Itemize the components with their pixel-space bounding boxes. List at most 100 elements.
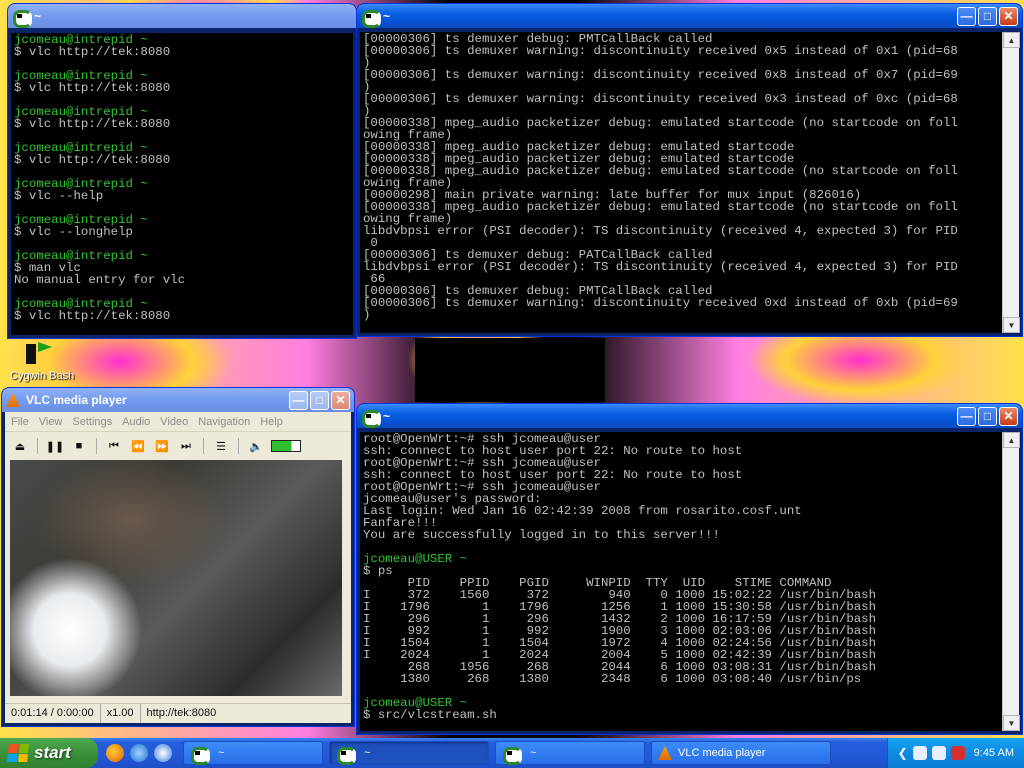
media-player-icon[interactable] xyxy=(154,744,172,762)
taskbar-item-label: ~ xyxy=(364,747,371,759)
speaker-icon[interactable]: 🔈 xyxy=(247,437,265,455)
scroll-down-arrow[interactable]: ▼ xyxy=(1003,317,1020,333)
cygwin-icon xyxy=(336,745,356,765)
taskbar-item[interactable]: ~ xyxy=(183,741,323,765)
menu-video[interactable]: Video xyxy=(160,416,188,428)
cygwin-icon xyxy=(12,8,32,28)
pause-icon[interactable]: ❚❚ xyxy=(46,437,64,455)
title-bar[interactable]: ~ — □ ✕ xyxy=(357,4,1022,28)
minimize-button[interactable]: — xyxy=(289,390,308,410)
terminal-output[interactable]: [00000306] ts demuxer debug: PMTCallBack… xyxy=(360,32,1002,333)
stream-url: http://tek:8080 xyxy=(146,707,217,719)
scroll-down-arrow[interactable]: ▼ xyxy=(1003,715,1020,731)
video-frame[interactable] xyxy=(10,460,342,696)
terminal-window-top-left[interactable]: ~ jcomeau@intrepid ~ $ vlc http://tek:808… xyxy=(8,4,356,338)
toolbar-separator xyxy=(96,438,97,454)
terminal-window-top-right[interactable]: ~ — □ ✕ [00000306] ts demuxer debug: PMT… xyxy=(357,4,1022,336)
previous-icon[interactable]: ⏮ xyxy=(105,437,123,455)
cygwin-bash-desktop-icon[interactable]: Cygwin Bash xyxy=(10,340,92,382)
network-icon[interactable] xyxy=(912,746,927,760)
taskbar-item[interactable]: ~ xyxy=(329,741,489,765)
terminal-line: 1380 268 1380 2348 6 1000 03:08:40 /usr/… xyxy=(363,672,862,686)
playback-speed: x1.00 xyxy=(101,704,141,723)
minimize-button[interactable]: — xyxy=(957,6,976,26)
vertical-scrollbar[interactable]: ▲ ▼ xyxy=(1002,32,1020,333)
terminal-line: [00000338] mpeg_audio packetizer debug: … xyxy=(363,200,958,214)
playback-time: 0:01:14 / 0:00:00 xyxy=(5,704,101,723)
close-button[interactable]: ✕ xyxy=(331,390,350,410)
terminal-line: $ vlc http://tek:8080 xyxy=(14,309,171,323)
menu-file[interactable]: File xyxy=(11,416,29,428)
volume-slider[interactable] xyxy=(271,440,301,452)
window-title: VLC media player xyxy=(26,393,127,407)
taskbar: start ~ ~ ~ VLC media player ❮ 9:45 AM xyxy=(0,738,1024,768)
vlc-body: File View Settings Audio Video Navigatio… xyxy=(5,412,351,723)
menu-bar: File View Settings Audio Video Navigatio… xyxy=(5,412,351,432)
internet-explorer-icon[interactable] xyxy=(130,744,148,762)
terminal-line: [00000306] ts demuxer warning: discontin… xyxy=(363,92,958,106)
rewind-icon[interactable]: ⏪ xyxy=(129,437,147,455)
title-bar[interactable]: ~ xyxy=(8,4,356,28)
toolbar-separator xyxy=(238,438,239,454)
terminal-line: $ vlc http://tek:8080 xyxy=(14,153,171,167)
eject-icon[interactable]: ⏏ xyxy=(11,437,29,455)
menu-settings[interactable]: Settings xyxy=(72,416,112,428)
window-title: ~ xyxy=(383,9,391,23)
maximize-button[interactable]: □ xyxy=(310,390,329,410)
terminal-line: $ vlc http://tek:8080 xyxy=(14,81,171,95)
scroll-up-arrow[interactable]: ▲ xyxy=(1003,432,1020,448)
cygwin-icon xyxy=(502,745,522,765)
tray-expand-icon[interactable]: ❮ xyxy=(898,746,908,760)
close-button[interactable]: ✕ xyxy=(999,406,1018,426)
start-button[interactable]: start xyxy=(0,738,98,768)
firefox-icon[interactable] xyxy=(106,744,124,762)
taskbar-item-label: ~ xyxy=(218,747,225,759)
terminal-output[interactable]: root@OpenWrt:~# ssh jcomeau@user ssh: con… xyxy=(360,432,1002,731)
playlist-icon[interactable]: ☰ xyxy=(212,437,230,455)
desktop-wallpaper-region xyxy=(415,338,605,402)
terminal-line: $ src/vlcstream.sh xyxy=(363,708,497,722)
terminal-line: [00000306] ts demuxer warning: discontin… xyxy=(363,296,958,310)
terminal-line: [00000306] ts demuxer warning: discontin… xyxy=(363,44,958,58)
terminal-line: $ vlc http://tek:8080 xyxy=(14,117,171,131)
terminal-line: libdvbpsi error (PSI decoder): TS discon… xyxy=(363,224,958,238)
windows-logo-icon xyxy=(7,744,29,762)
taskbar-item-label: ~ xyxy=(530,747,537,759)
desktop-icon-label: Cygwin Bash xyxy=(10,370,75,382)
system-tray: ❮ 9:45 AM xyxy=(886,738,1024,768)
cygwin-icon xyxy=(361,8,381,28)
minimize-button[interactable]: — xyxy=(957,406,976,426)
terminal-window-bottom-right[interactable]: ~ — □ ✕ root@OpenWrt:~# ssh jcomeau@user… xyxy=(357,404,1022,734)
terminal-line: [00000338] mpeg_audio packetizer debug: … xyxy=(363,164,958,178)
terminal-output[interactable]: jcomeau@intrepid ~ $ vlc http://tek:8080 j… xyxy=(11,33,353,335)
close-button[interactable]: ✕ xyxy=(999,6,1018,26)
vertical-scrollbar[interactable]: ▲ ▼ xyxy=(1002,432,1020,731)
cygwin-icon xyxy=(361,408,381,428)
title-bar[interactable]: ~ — □ ✕ xyxy=(357,404,1022,428)
taskbar-item[interactable]: ~ xyxy=(495,741,645,765)
stop-icon[interactable]: ■ xyxy=(70,437,88,455)
terminal-line: You are successfully logged in to this s… xyxy=(363,528,720,542)
vlc-window[interactable]: VLC media player — □ ✕ File View Setting… xyxy=(2,388,354,726)
vlc-cone-icon xyxy=(6,393,20,407)
cygwin-icon xyxy=(190,745,210,765)
volume-tray-icon[interactable] xyxy=(931,746,946,760)
security-shield-icon[interactable] xyxy=(950,746,965,760)
maximize-button[interactable]: □ xyxy=(978,6,997,26)
terminal-line: No manual entry for vlc xyxy=(14,273,186,287)
menu-audio[interactable]: Audio xyxy=(122,416,150,428)
maximize-button[interactable]: □ xyxy=(978,406,997,426)
menu-view[interactable]: View xyxy=(39,416,63,428)
fast-forward-icon[interactable]: ⏩ xyxy=(153,437,171,455)
taskbar-item[interactable]: VLC media player xyxy=(651,741,831,765)
scroll-up-arrow[interactable]: ▲ xyxy=(1003,32,1020,48)
quick-launch xyxy=(98,744,180,762)
title-bar[interactable]: VLC media player — □ ✕ xyxy=(2,388,354,412)
terminal-line: $ vlc http://tek:8080 xyxy=(14,45,171,59)
start-label: start xyxy=(34,743,71,762)
status-bar: 0:01:14 / 0:00:00 x1.00 http://tek:8080 xyxy=(5,703,351,723)
toolbar-separator xyxy=(37,438,38,454)
menu-navigation[interactable]: Navigation xyxy=(198,416,250,428)
menu-help[interactable]: Help xyxy=(260,416,283,428)
next-icon[interactable]: ⏭ xyxy=(177,437,195,455)
